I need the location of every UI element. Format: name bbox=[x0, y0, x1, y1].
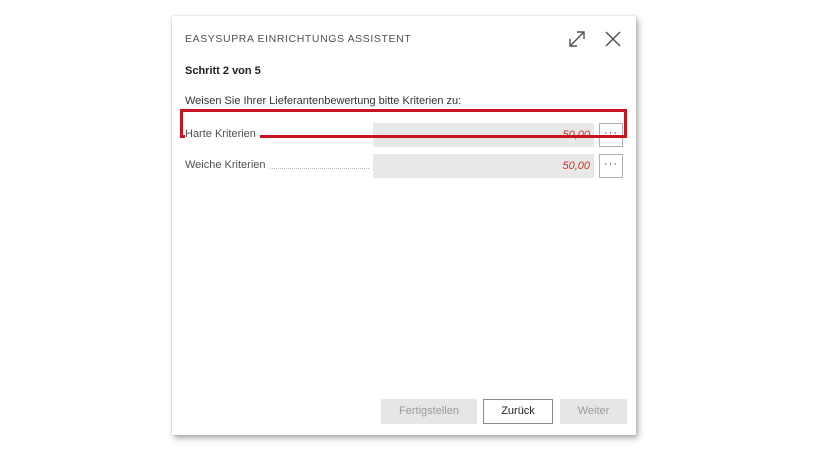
step-indicator: Schritt 2 von 5 bbox=[185, 65, 261, 77]
weiche-kriterien-more-button[interactable]: ··· bbox=[599, 154, 623, 178]
expand-button[interactable] bbox=[566, 28, 588, 50]
weiche-kriterien-value[interactable]: 50,00 bbox=[373, 154, 594, 178]
close-icon bbox=[605, 31, 621, 47]
finish-button[interactable]: Fertigstellen bbox=[381, 399, 477, 424]
expand-icon bbox=[569, 31, 585, 47]
field-label: Harte Kriterien bbox=[185, 128, 260, 140]
field-label: Weiche Kriterien bbox=[185, 159, 270, 171]
close-button[interactable] bbox=[602, 28, 624, 50]
harte-kriterien-more-button[interactable]: ··· bbox=[599, 123, 623, 147]
back-button[interactable]: Zurück bbox=[483, 399, 553, 424]
instruction-text: Weisen Sie Ihrer Lieferantenbewertung bi… bbox=[185, 95, 462, 107]
dialog-title: EASYSUPRA EINRICHTUNGS ASSISTENT bbox=[185, 33, 412, 45]
setup-wizard-dialog: EASYSUPRA EINRICHTUNGS ASSISTENT Schritt… bbox=[172, 16, 636, 435]
harte-kriterien-value[interactable]: 50,00 bbox=[373, 123, 594, 147]
field-row-weiche-kriterien: Weiche Kriterien 50,00 ··· bbox=[185, 154, 623, 178]
field-row-harte-kriterien: Harte Kriterien 50,00 ··· bbox=[185, 123, 623, 147]
next-button[interactable]: Weiter bbox=[560, 399, 627, 424]
